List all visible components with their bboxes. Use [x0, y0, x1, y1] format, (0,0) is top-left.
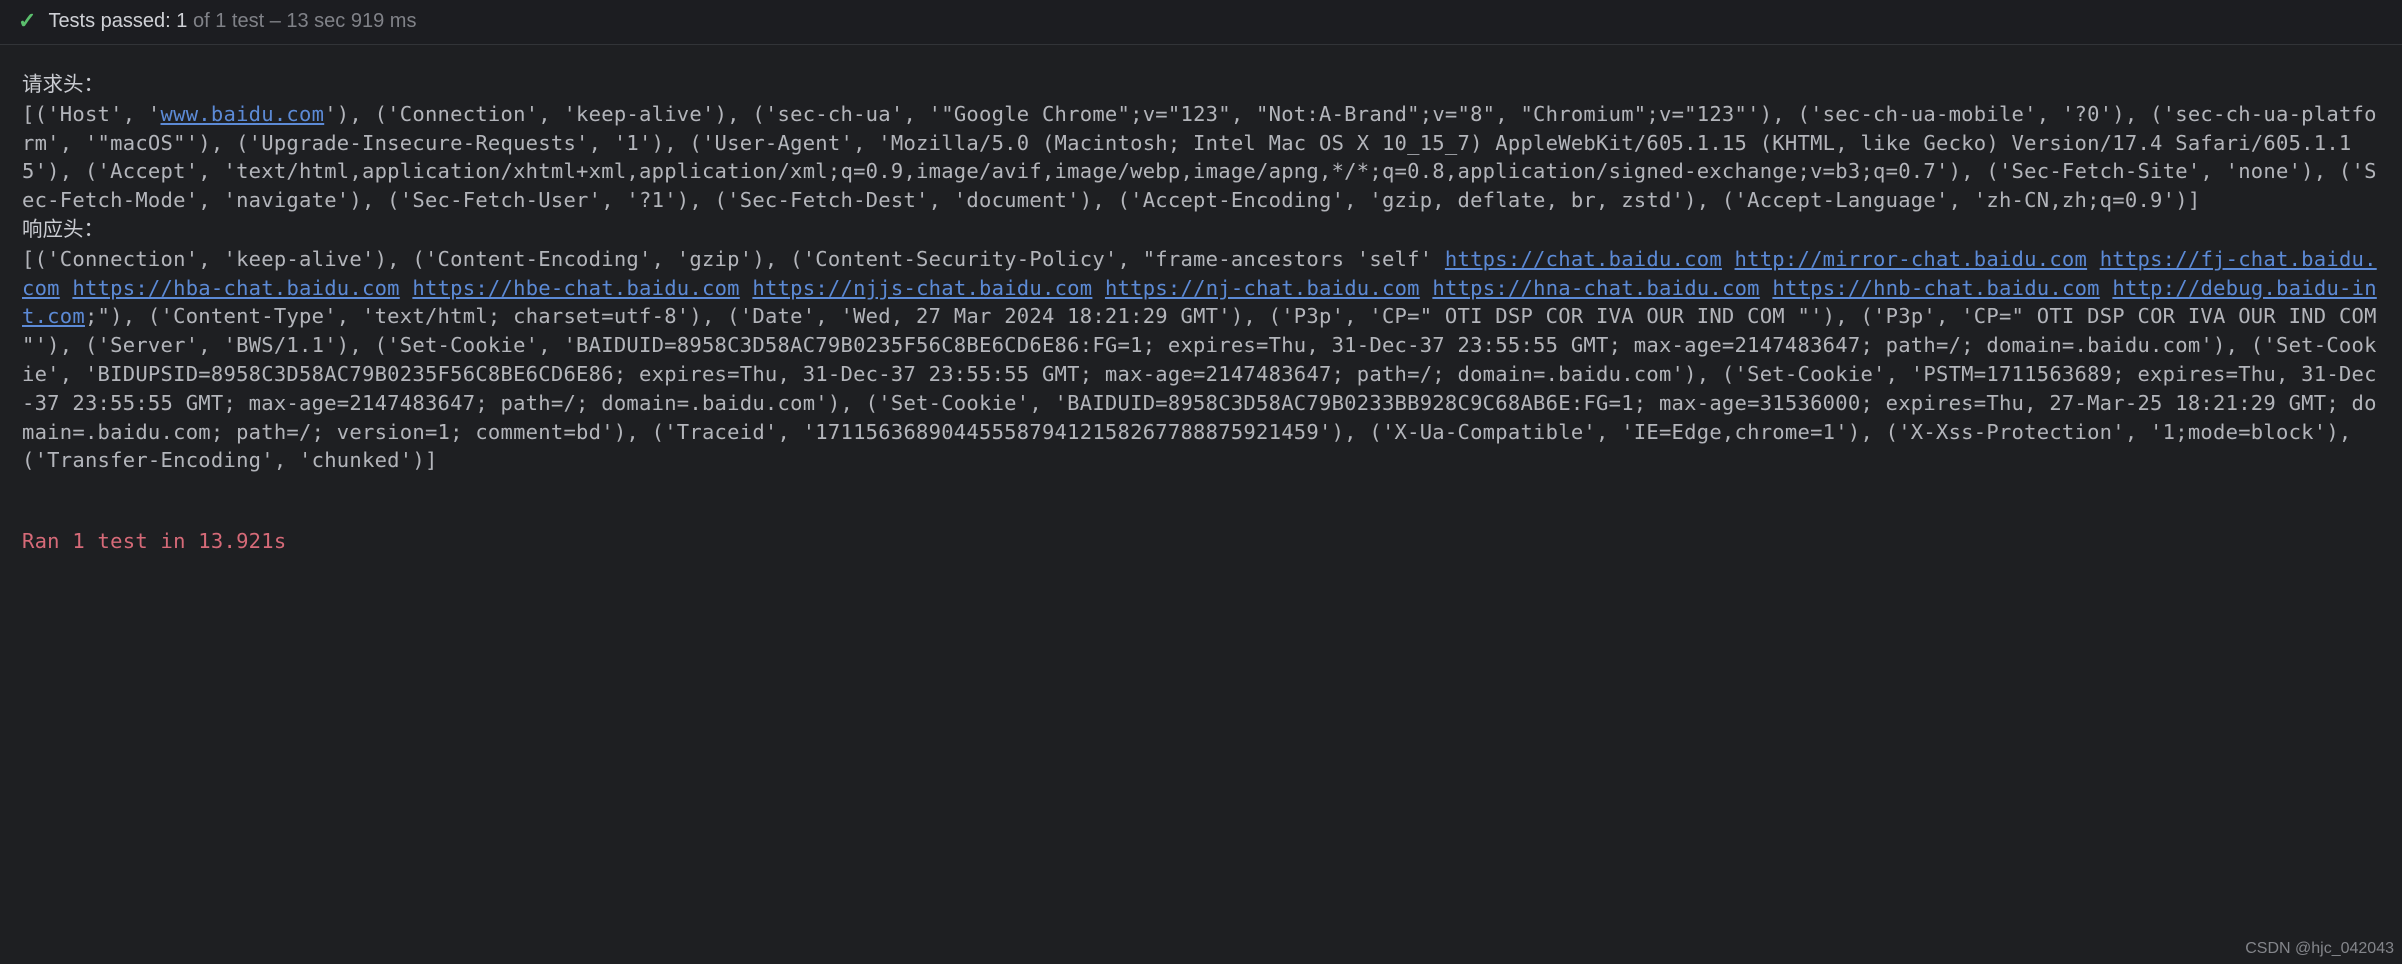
- response-headers-body: [('Connection', 'keep-alive'), ('Content…: [22, 245, 2382, 475]
- csp-link-6[interactable]: https://njjs-chat.baidu.com: [752, 276, 1092, 300]
- test-status-bar: ✓ Tests passed: 1 of 1 test – 13 sec 919…: [0, 0, 2402, 45]
- check-icon: ✓: [18, 8, 36, 34]
- csp-link-7[interactable]: https://nj-chat.baidu.com: [1105, 276, 1420, 300]
- response-headers-label: 响应头：: [22, 216, 2382, 245]
- csp-link-9[interactable]: https://hnb-chat.baidu.com: [1772, 276, 2099, 300]
- watermark-text: CSDN @hjc_042043: [2245, 940, 2394, 958]
- csp-link-1[interactable]: https://chat.baidu.com: [1445, 247, 1722, 271]
- request-headers-label: 请求头：: [22, 71, 2382, 100]
- console-output[interactable]: 请求头： [('Host', 'www.baidu.com'), ('Conne…: [0, 45, 2402, 556]
- csp-link-2[interactable]: http://mirror-chat.baidu.com: [1735, 247, 2088, 271]
- test-summary-line: Ran 1 test in 13.921s: [22, 527, 2382, 556]
- tests-passed-prefix: Tests passed:: [48, 10, 170, 32]
- csp-link-4[interactable]: https://hba-chat.baidu.com: [72, 276, 399, 300]
- clipped-prev-line: [92, 61, 2382, 71]
- host-link[interactable]: www.baidu.com: [161, 102, 325, 126]
- tests-passed-suffix: of 1 test – 13 sec 919 ms: [193, 10, 416, 32]
- tests-passed-text: Tests passed: 1 of 1 test – 13 sec 919 m…: [48, 10, 416, 33]
- tests-passed-count: 1: [176, 10, 187, 32]
- request-headers-body: [('Host', 'www.baidu.com'), ('Connection…: [22, 100, 2382, 215]
- csp-link-8[interactable]: https://hna-chat.baidu.com: [1432, 276, 1759, 300]
- csp-link-5[interactable]: https://hbe-chat.baidu.com: [412, 276, 739, 300]
